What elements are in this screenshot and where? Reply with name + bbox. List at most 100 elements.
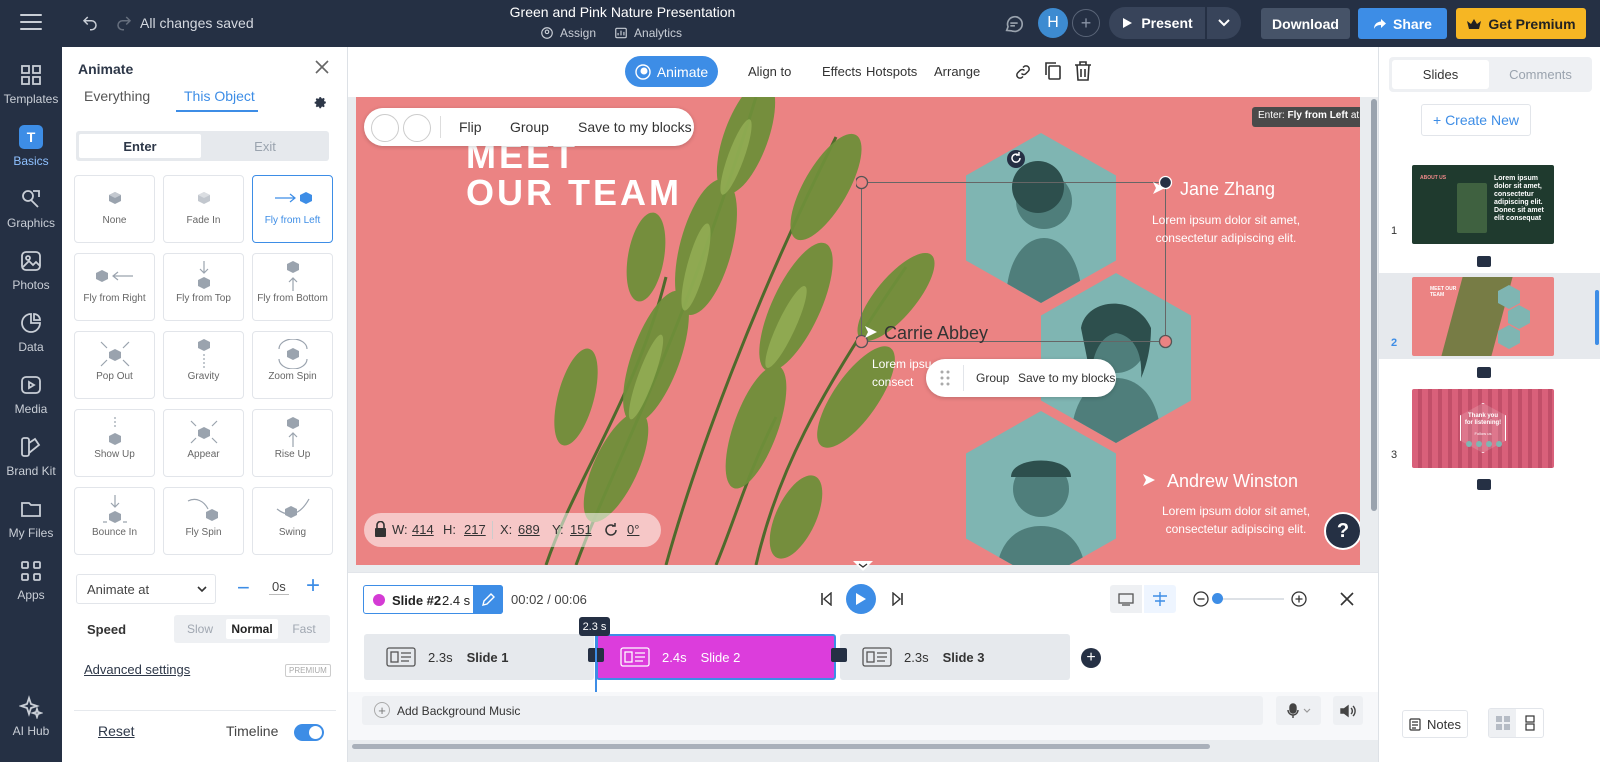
- present-dropdown-button[interactable]: [1207, 7, 1241, 39]
- effect-pop-out[interactable]: Pop Out: [74, 331, 155, 399]
- slide-thumbnail-3[interactable]: Thank you for listening! Follow us: [1412, 389, 1554, 468]
- chat-icon[interactable]: [1003, 13, 1025, 35]
- tab-slides[interactable]: Slides: [1392, 60, 1489, 89]
- delay-value[interactable]: 0s: [269, 579, 289, 595]
- nav-graphics[interactable]: Graphics: [0, 179, 62, 237]
- close-icon[interactable]: [314, 59, 330, 75]
- nav-my-files[interactable]: My Files: [0, 489, 62, 547]
- drag-handle-icon[interactable]: [940, 370, 950, 386]
- increase-delay-button[interactable]: +: [306, 572, 320, 600]
- effect-fly-from-top[interactable]: Fly from Top: [163, 253, 244, 321]
- color-swatch[interactable]: [371, 114, 399, 142]
- add-slide-button[interactable]: +: [1081, 648, 1101, 668]
- link-icon[interactable]: [1013, 63, 1033, 81]
- collapse-chevron-icon[interactable]: [853, 561, 873, 571]
- edit-duration-button[interactable]: [473, 585, 503, 614]
- timeline-view-button[interactable]: [1144, 585, 1176, 613]
- decrease-delay-button[interactable]: −: [237, 575, 250, 601]
- effect-zoom-spin[interactable]: Zoom Spin: [252, 331, 333, 399]
- current-slide-chip[interactable]: Slide #2 2.4 s: [363, 585, 503, 614]
- timeline-toggle[interactable]: [294, 724, 324, 741]
- zoom-slider-track[interactable]: [1214, 598, 1284, 600]
- rotation-field[interactable]: 0°: [627, 522, 639, 537]
- y-field[interactable]: 151: [570, 522, 592, 537]
- person-desc-2[interactable]: Lorem ipsu consect: [872, 355, 931, 391]
- timeline-clip-slide-1[interactable]: 2.3s Slide 1: [364, 634, 594, 680]
- notes-button[interactable]: Notes: [1402, 710, 1468, 738]
- enter-tab[interactable]: Enter: [79, 134, 201, 158]
- get-premium-button[interactable]: Get Premium: [1456, 8, 1586, 39]
- zoom-in-icon[interactable]: [1291, 591, 1307, 607]
- save-to-blocks-button[interactable]: Save to my blocks: [1018, 371, 1115, 385]
- redo-icon[interactable]: [115, 14, 133, 32]
- group-button[interactable]: Group: [976, 371, 1009, 385]
- effect-fly-from-right[interactable]: Fly from Right: [74, 253, 155, 321]
- tab-this-object[interactable]: This Object: [184, 88, 255, 104]
- slide-thumbnail-row[interactable]: 1 ABOUT US Lorem ipsum dolor sit amet, c…: [1379, 161, 1600, 247]
- advanced-settings-link[interactable]: Advanced settings: [84, 662, 190, 677]
- nav-media[interactable]: Media: [0, 365, 62, 423]
- rotate-icon[interactable]: [1006, 149, 1026, 169]
- skip-back-icon[interactable]: [820, 592, 832, 606]
- nav-basics[interactable]: T Basics: [0, 117, 62, 175]
- tab-comments[interactable]: Comments: [1492, 60, 1589, 89]
- skip-forward-icon[interactable]: [892, 592, 904, 606]
- analytics-button[interactable]: Analytics: [614, 26, 682, 40]
- effect-none[interactable]: None: [74, 175, 155, 243]
- effects-button[interactable]: Effects: [822, 64, 862, 79]
- person-desc-1[interactable]: Lorem ipsum dolor sit amet, consectetur …: [1146, 211, 1306, 247]
- document-title[interactable]: Green and Pink Nature Presentation: [500, 4, 745, 20]
- nav-ai-hub[interactable]: AI Hub: [0, 687, 62, 745]
- slides-scrollbar[interactable]: [1595, 290, 1599, 345]
- duplicate-icon[interactable]: [1044, 61, 1062, 81]
- effect-appear[interactable]: Appear: [163, 409, 244, 477]
- timeline-clip-slide-2[interactable]: 2.4s Slide 2: [596, 634, 836, 680]
- person-name-2[interactable]: Carrie Abbey: [884, 323, 988, 344]
- reset-link[interactable]: Reset: [98, 723, 135, 739]
- lock-icon[interactable]: [374, 521, 387, 538]
- speed-fast[interactable]: Fast: [280, 619, 328, 639]
- color-swatch[interactable]: [403, 114, 431, 142]
- width-field[interactable]: 414: [412, 522, 434, 537]
- slide-view-button[interactable]: [1110, 585, 1142, 613]
- nav-photos[interactable]: Photos: [0, 241, 62, 299]
- effect-rise-up[interactable]: Rise Up: [252, 409, 333, 477]
- effect-fade-in[interactable]: Fade In: [163, 175, 244, 243]
- save-to-blocks-button[interactable]: Save to my blocks: [578, 119, 692, 135]
- add-collaborator-button[interactable]: +: [1072, 9, 1100, 37]
- trash-icon[interactable]: [1074, 61, 1092, 81]
- record-audio-button[interactable]: [1276, 696, 1321, 725]
- assign-button[interactable]: Assign: [540, 26, 596, 40]
- effect-swing[interactable]: Swing: [252, 487, 333, 555]
- x-field[interactable]: 689: [518, 522, 540, 537]
- help-button[interactable]: ?: [1324, 512, 1360, 550]
- effect-show-up[interactable]: Show Up: [74, 409, 155, 477]
- zoom-out-icon[interactable]: [1193, 591, 1209, 607]
- timeline-clip-slide-3[interactable]: 2.3s Slide 3: [840, 634, 1070, 680]
- nav-apps[interactable]: Apps: [0, 551, 62, 609]
- exit-tab[interactable]: Exit: [204, 134, 326, 158]
- gear-icon[interactable]: [314, 96, 328, 110]
- person-desc-3[interactable]: Lorem ipsum dolor sit amet, consectetur …: [1156, 502, 1316, 538]
- add-background-music-button[interactable]: + Add Background Music: [362, 696, 1263, 725]
- play-button[interactable]: [846, 584, 876, 614]
- flip-button[interactable]: Flip: [459, 119, 482, 135]
- slide-heading[interactable]: MEET OUR TEAM: [466, 137, 682, 211]
- list-view-button[interactable]: [1516, 709, 1543, 737]
- person-name-1[interactable]: Jane Zhang: [1180, 179, 1275, 200]
- slide-thumbnail-2[interactable]: MEET OUR TEAM: [1412, 277, 1554, 356]
- height-field[interactable]: 217: [464, 522, 486, 537]
- zoom-slider-handle[interactable]: [1212, 593, 1223, 604]
- group-button[interactable]: Group: [510, 119, 549, 135]
- effect-fly-from-left[interactable]: Fly from Left: [252, 175, 333, 243]
- slide-thumbnail-row-selected[interactable]: 2 MEET OUR TEAM: [1379, 273, 1600, 359]
- nav-brand-kit[interactable]: Brand Kit: [0, 427, 62, 485]
- animate-button[interactable]: Animate: [625, 56, 718, 87]
- grid-view-button[interactable]: [1489, 709, 1516, 737]
- slide-thumbnail-1[interactable]: ABOUT US Lorem ipsum dolor sit amet, con…: [1412, 165, 1554, 244]
- present-button[interactable]: Present: [1109, 7, 1205, 39]
- timeline-scrollbar[interactable]: [350, 742, 1378, 750]
- slide-canvas[interactable]: MEET OUR TEAM Jane Zhang Lorem ipsum dol…: [356, 97, 1360, 565]
- tab-everything[interactable]: Everything: [84, 88, 150, 104]
- canvas-scrollbar[interactable]: [1370, 97, 1378, 571]
